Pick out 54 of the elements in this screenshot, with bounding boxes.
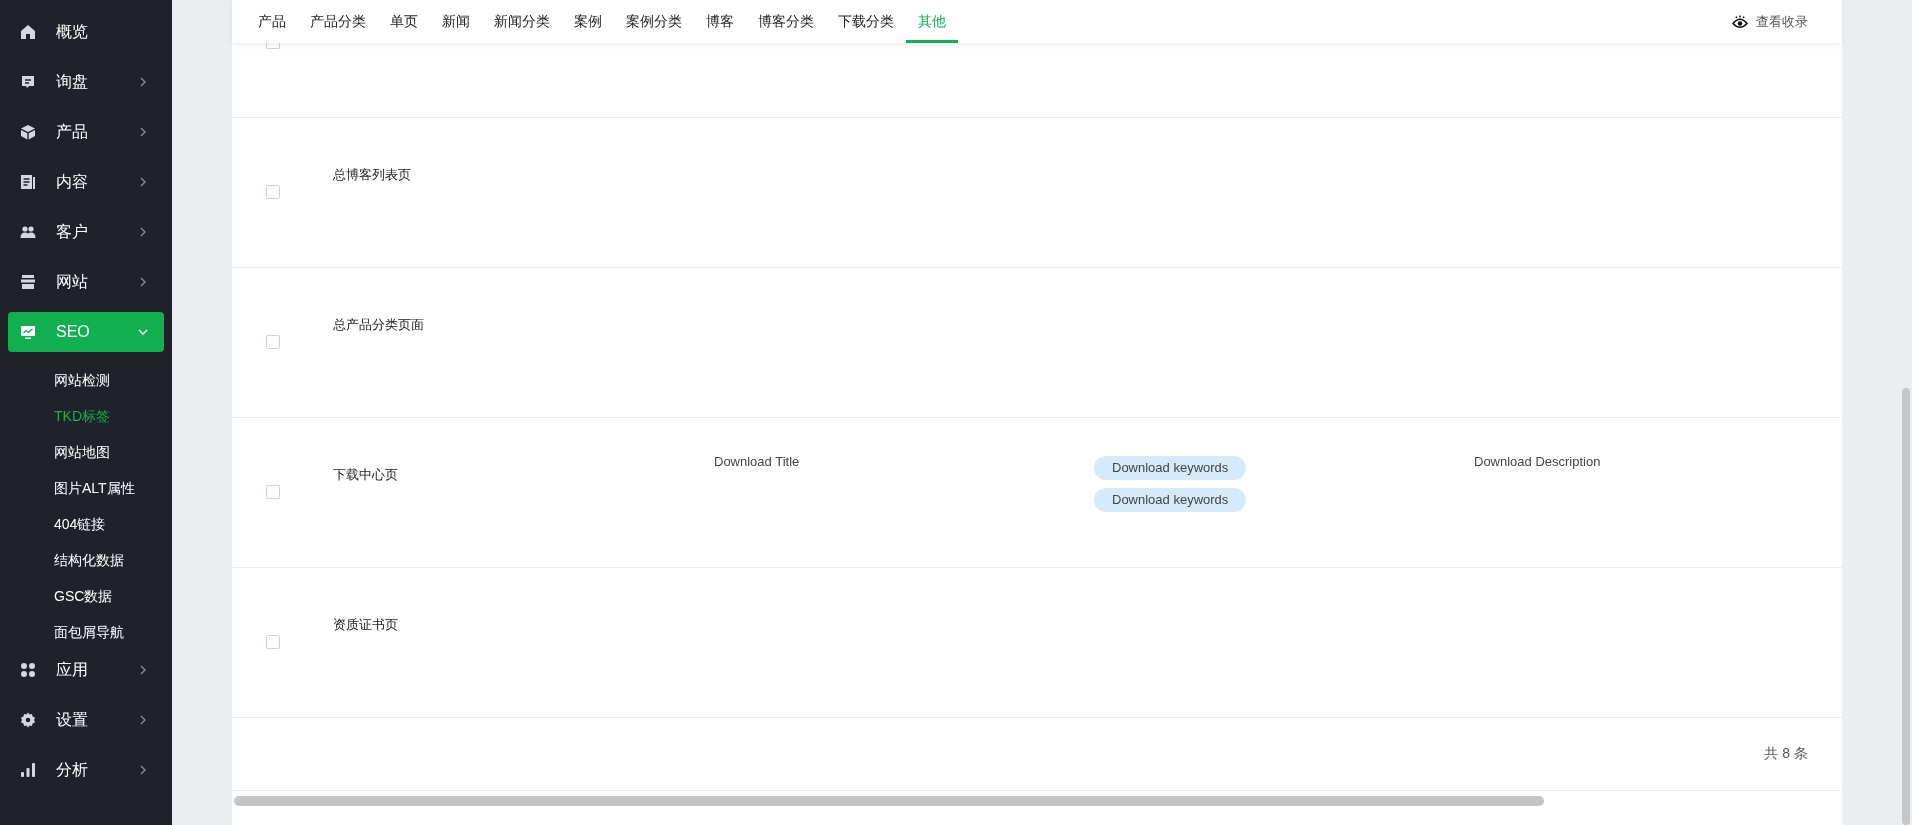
vertical-scrollbar[interactable] — [1902, 388, 1910, 825]
tab[interactable]: 博客分类 — [746, 0, 826, 43]
nav-item[interactable]: 客户 — [8, 212, 164, 252]
tab[interactable]: 下载分类 — [826, 0, 906, 43]
settings-icon — [20, 712, 36, 728]
row-checkbox[interactable] — [266, 185, 280, 199]
row-checkbox[interactable] — [266, 485, 280, 499]
users-icon — [20, 225, 36, 239]
page-name-cell: 总产品分类页面 — [333, 317, 424, 332]
nav-item[interactable]: 网站 — [8, 262, 164, 302]
submenu-item[interactable]: 网站检测 — [0, 362, 110, 398]
submenu-item[interactable]: 结构化数据 — [0, 542, 124, 578]
nav-item[interactable]: 内容 — [8, 162, 164, 202]
view-index-link[interactable]: 查看收录 — [1756, 12, 1808, 31]
submenu-item[interactable]: 404链接 — [0, 506, 106, 542]
keyword-tag: Download keywords — [1094, 488, 1247, 512]
document-icon — [20, 174, 36, 190]
grid-icon — [20, 662, 36, 678]
horizontal-scrollbar[interactable] — [234, 796, 1544, 806]
nav-item[interactable]: 分析 — [8, 750, 164, 790]
tab[interactable]: 新闻分类 — [482, 0, 562, 43]
nav-item[interactable]: 询盘 — [8, 62, 164, 102]
row-checkbox[interactable] — [266, 635, 280, 649]
submenu-item[interactable]: 网站地图 — [0, 434, 110, 470]
seo-title-cell: Download Title — [714, 454, 800, 469]
submenu-item[interactable]: TKD标签 — [0, 398, 110, 434]
cube-icon — [20, 124, 36, 140]
nav-item[interactable]: 概览 — [8, 12, 164, 52]
submenu-item[interactable]: 图片ALT属性 — [0, 470, 135, 506]
tab[interactable]: 博客 — [694, 0, 746, 43]
home-icon — [20, 24, 36, 40]
nav-item[interactable]: 产品 — [8, 112, 164, 152]
submenu-item[interactable]: GSC数据 — [0, 578, 113, 614]
bar-chart-icon — [20, 762, 36, 778]
tab[interactable]: 案例分类 — [614, 0, 694, 43]
store-icon — [20, 274, 36, 290]
nav-item[interactable]: 设置 — [8, 700, 164, 740]
nav-item[interactable]: 应用 — [8, 650, 164, 690]
page-name-cell: 下载中心页 — [333, 467, 398, 482]
monitor-icon — [20, 324, 36, 340]
tab[interactable]: 新闻 — [430, 0, 482, 43]
page-name-cell: 资质证书页 — [333, 617, 398, 632]
tab[interactable]: 案例 — [562, 0, 614, 43]
row-checkbox[interactable] — [266, 335, 280, 349]
seo-description-cell: Download Description — [1474, 454, 1601, 469]
submenu-item[interactable]: 面包屑导航 — [0, 614, 124, 650]
tab[interactable]: 产品分类 — [298, 0, 378, 43]
keyword-tag: Download keywords — [1094, 456, 1247, 480]
message-icon — [20, 74, 36, 90]
total-count: 共 8 条 — [1764, 745, 1808, 763]
page-name-cell: 总博客列表页 — [333, 167, 411, 182]
eye-icon — [1732, 14, 1748, 29]
tab[interactable]: 产品 — [246, 0, 298, 43]
tab[interactable]: 单页 — [378, 0, 430, 43]
